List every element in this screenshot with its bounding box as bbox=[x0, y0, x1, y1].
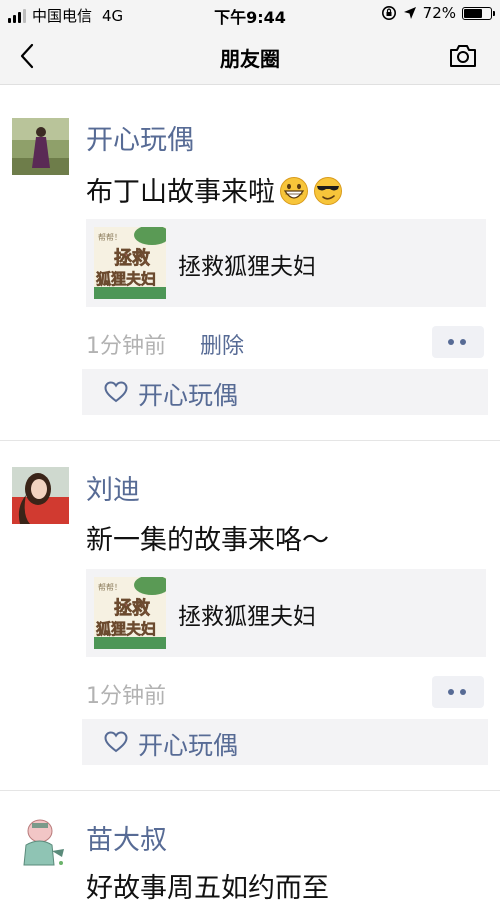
share-card[interactable]: 帮帮！ 拯救 狐狸夫妇 拯救狐狸夫妇 bbox=[86, 219, 486, 307]
thumb-line-2: 狐狸夫妇 bbox=[96, 270, 156, 288]
post-text: 新一集的故事来咯～ bbox=[86, 525, 329, 556]
likes-bar: 开心玩偶 bbox=[82, 719, 488, 765]
heart-icon bbox=[104, 731, 128, 753]
like-user[interactable]: 开心玩偶 bbox=[138, 376, 238, 412]
avatar[interactable] bbox=[12, 467, 69, 524]
share-thumbnail: 帮帮！ 拯救 狐狸夫妇 bbox=[94, 577, 166, 649]
post-text: 好故事周五如约而至 bbox=[86, 873, 329, 904]
thumb-line-1: 拯救 bbox=[114, 597, 150, 619]
author-name[interactable]: 刘迪 bbox=[86, 468, 140, 507]
thumb-top-text: 帮帮！ bbox=[98, 232, 122, 242]
post-time: 1分钟前 bbox=[86, 684, 166, 709]
heart-icon bbox=[104, 381, 128, 403]
status-bar: 中国电信 4G 下午9:44 72% bbox=[0, 0, 500, 28]
nav-bar: 朋友圈 bbox=[0, 28, 500, 85]
battery-icon bbox=[462, 6, 495, 20]
thumb-line-2: 狐狸夫妇 bbox=[96, 620, 156, 638]
share-card[interactable]: 帮帮！ 拯救 狐狸夫妇 拯救狐狸夫妇 bbox=[86, 569, 486, 657]
avatar[interactable] bbox=[12, 815, 69, 872]
camera-icon[interactable] bbox=[448, 42, 478, 70]
post-divider bbox=[0, 440, 500, 441]
more-actions-button[interactable] bbox=[432, 676, 484, 708]
location-icon bbox=[403, 7, 416, 19]
thumb-line-1: 拯救 bbox=[114, 247, 150, 269]
post-time: 1分钟前 bbox=[86, 334, 166, 359]
cool-face-icon bbox=[314, 177, 342, 205]
share-thumbnail: 帮帮！ 拯救 狐狸夫妇 bbox=[94, 227, 166, 299]
page-title: 朋友圈 bbox=[220, 47, 280, 71]
author-name[interactable]: 开心玩偶 bbox=[86, 118, 194, 157]
share-title: 拯救狐狸夫妇 bbox=[178, 604, 316, 630]
post-text-content: 布丁山故事来啦 bbox=[86, 177, 275, 208]
share-title: 拯救狐狸夫妇 bbox=[178, 254, 316, 280]
orientation-lock-icon bbox=[381, 6, 396, 20]
author-name[interactable]: 苗大叔 bbox=[86, 818, 167, 857]
post-divider bbox=[0, 790, 500, 791]
delete-link[interactable]: 删除 bbox=[200, 328, 244, 360]
like-user[interactable]: 开心玩偶 bbox=[138, 726, 238, 762]
more-actions-button[interactable] bbox=[432, 326, 484, 358]
avatar[interactable] bbox=[12, 118, 69, 175]
battery-percent: 72% bbox=[422, 4, 456, 22]
thumb-top-text: 帮帮！ bbox=[98, 582, 122, 592]
grinning-face-icon bbox=[280, 177, 308, 205]
post-text: 布丁山故事来啦 bbox=[86, 170, 343, 209]
likes-bar: 开心玩偶 bbox=[82, 369, 488, 415]
